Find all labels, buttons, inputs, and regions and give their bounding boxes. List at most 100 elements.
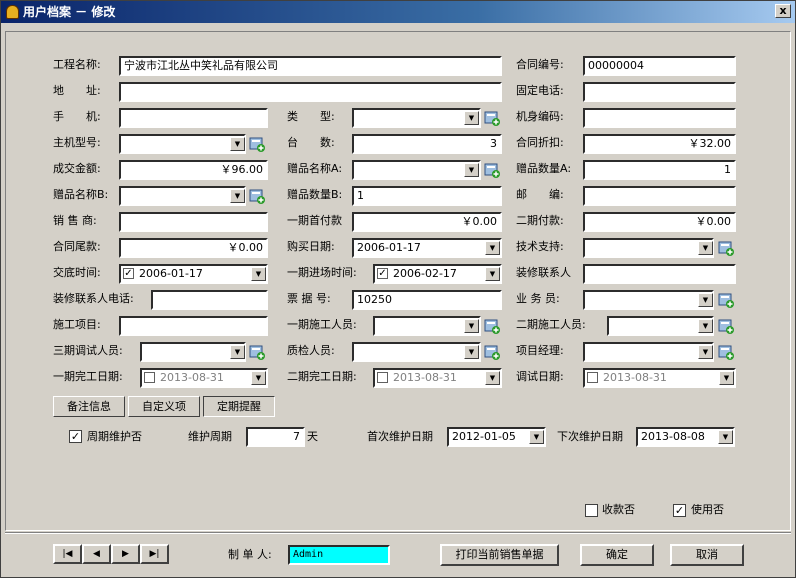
handover-time-picker[interactable]: ✓ 2006-01-17: [119, 264, 268, 284]
add-phase1-staff-icon[interactable]: [484, 318, 501, 335]
pm-label: 项目经理:: [516, 344, 564, 357]
contract-no-input[interactable]: 00000004: [583, 56, 736, 76]
phase2-done-picker[interactable]: 2013-08-31: [373, 368, 502, 388]
chevron-down-icon[interactable]: ▼: [485, 371, 500, 385]
fixed-phone-input[interactable]: [583, 82, 736, 102]
last-record-button[interactable]: ▶|: [140, 544, 169, 564]
add-type-icon[interactable]: [484, 110, 501, 127]
checkbox-icon[interactable]: ✓: [123, 268, 134, 279]
tech-support-select[interactable]: [583, 238, 714, 258]
first-date-label: 首次维护日期: [367, 430, 433, 443]
type-select[interactable]: [352, 108, 481, 128]
contract-discount-input[interactable]: ￥32.00: [583, 134, 736, 154]
ok-button[interactable]: 确定: [580, 544, 654, 566]
gift-qty-a-label: 赠品数量A:: [516, 162, 572, 175]
chevron-down-icon[interactable]: ▼: [230, 137, 245, 151]
chevron-down-icon[interactable]: ▼: [698, 293, 713, 307]
add-pm-icon[interactable]: [718, 344, 735, 361]
gift-name-a-label: 赠品名称A:: [287, 162, 343, 175]
app-icon: [6, 5, 19, 19]
paid-checkbox[interactable]: [585, 504, 598, 517]
cancel-button[interactable]: 取消: [670, 544, 744, 566]
add-tech-support-icon[interactable]: [718, 240, 735, 257]
checkbox-icon[interactable]: [377, 372, 388, 383]
phase1-entry-picker[interactable]: ✓ 2006-02-17: [373, 264, 502, 284]
purchase-date-picker[interactable]: 2006-01-17: [352, 238, 502, 258]
final-payment-label: 合同尾款:: [53, 240, 101, 253]
units-input[interactable]: 3: [352, 134, 502, 154]
checkbox-icon[interactable]: ✓: [377, 268, 388, 279]
gift-qty-a-input[interactable]: 1: [583, 160, 736, 180]
qc-staff-select[interactable]: [352, 342, 481, 362]
decor-phone-input[interactable]: [151, 290, 268, 310]
mobile-input[interactable]: [119, 108, 268, 128]
add-salesman-icon[interactable]: [718, 292, 735, 309]
add-gift-b-icon[interactable]: [249, 188, 266, 205]
tab-notes[interactable]: 备注信息: [53, 396, 125, 417]
add-gift-a-icon[interactable]: [484, 162, 501, 179]
dealer-input[interactable]: [119, 212, 268, 232]
next-record-button[interactable]: ▶: [111, 544, 140, 564]
address-input[interactable]: [119, 82, 502, 102]
chevron-down-icon[interactable]: ▼: [698, 345, 713, 359]
add-phase3-debug-icon[interactable]: [249, 344, 266, 361]
chevron-down-icon[interactable]: ▼: [464, 345, 479, 359]
pm-select[interactable]: [583, 342, 714, 362]
gift-name-b-select[interactable]: [119, 186, 246, 206]
receipt-no-label: 票 据 号:: [287, 292, 331, 305]
phase1-done-picker[interactable]: 2013-08-31: [140, 368, 268, 388]
receipt-no-input[interactable]: 10250: [352, 290, 502, 310]
chevron-down-icon[interactable]: ▼: [251, 371, 266, 385]
chevron-down-icon[interactable]: ▼: [529, 430, 544, 444]
construction-item-input[interactable]: [119, 316, 268, 336]
chevron-down-icon[interactable]: ▼: [698, 241, 713, 255]
host-model-select[interactable]: [119, 134, 246, 154]
first-record-button[interactable]: |◀: [53, 544, 82, 564]
final-payment-input[interactable]: ￥0.00: [119, 238, 268, 258]
add-host-model-icon[interactable]: [249, 136, 266, 153]
salesman-select[interactable]: [583, 290, 714, 310]
chevron-down-icon[interactable]: ▼: [464, 319, 479, 333]
chevron-down-icon[interactable]: ▼: [464, 111, 479, 125]
type-label: 类 型:: [287, 110, 335, 123]
periodic-label: 周期维护否: [87, 430, 142, 443]
tab-custom[interactable]: 自定义项: [128, 396, 200, 417]
add-phase2-staff-icon[interactable]: [718, 318, 735, 335]
prev-record-button[interactable]: ◀: [82, 544, 111, 564]
tab-reminder[interactable]: 定期提醒: [203, 396, 275, 417]
chevron-down-icon[interactable]: ▼: [719, 371, 734, 385]
chevron-down-icon[interactable]: ▼: [464, 163, 479, 177]
second-payment-input[interactable]: ￥0.00: [583, 212, 736, 232]
postcode-input[interactable]: [583, 186, 736, 206]
first-payment-input[interactable]: ￥0.00: [352, 212, 502, 232]
dealer-label: 销 售 商:: [53, 214, 97, 227]
gift-name-b-label: 赠品名称B:: [53, 188, 109, 201]
chevron-down-icon[interactable]: ▼: [718, 430, 733, 444]
chevron-down-icon[interactable]: ▼: [698, 319, 713, 333]
body-code-input[interactable]: [583, 108, 736, 128]
checkbox-icon[interactable]: [587, 372, 598, 383]
deal-amount-input[interactable]: ￥96.00: [119, 160, 268, 180]
periodic-checkbox[interactable]: ✓: [69, 430, 82, 443]
creator-input[interactable]: Admin: [288, 545, 390, 565]
close-button[interactable]: x: [775, 4, 791, 18]
project-name-label: 工程名称:: [53, 58, 101, 71]
checkbox-icon[interactable]: [144, 372, 155, 383]
title-bar: 用户档案 － 修改 x: [1, 1, 795, 23]
project-name-input[interactable]: 宁波市江北丛中笑礼品有限公司: [119, 56, 502, 76]
chevron-down-icon[interactable]: ▼: [485, 267, 500, 281]
chevron-down-icon[interactable]: ▼: [230, 345, 245, 359]
decor-contact-input[interactable]: [583, 264, 736, 284]
debug-date-picker[interactable]: 2013-08-31: [583, 368, 736, 388]
period-input[interactable]: 7: [246, 427, 305, 447]
add-qc-staff-icon[interactable]: [484, 344, 501, 361]
chevron-down-icon[interactable]: ▼: [230, 189, 245, 203]
gift-name-a-select[interactable]: [352, 160, 481, 180]
divider: [5, 532, 791, 534]
used-checkbox[interactable]: ✓: [673, 504, 686, 517]
contract-discount-label: 合同折扣:: [516, 136, 564, 149]
gift-qty-b-input[interactable]: 1: [352, 186, 502, 206]
chevron-down-icon[interactable]: ▼: [485, 241, 500, 255]
chevron-down-icon[interactable]: ▼: [251, 267, 266, 281]
print-button[interactable]: 打印当前销售单据: [440, 544, 559, 566]
